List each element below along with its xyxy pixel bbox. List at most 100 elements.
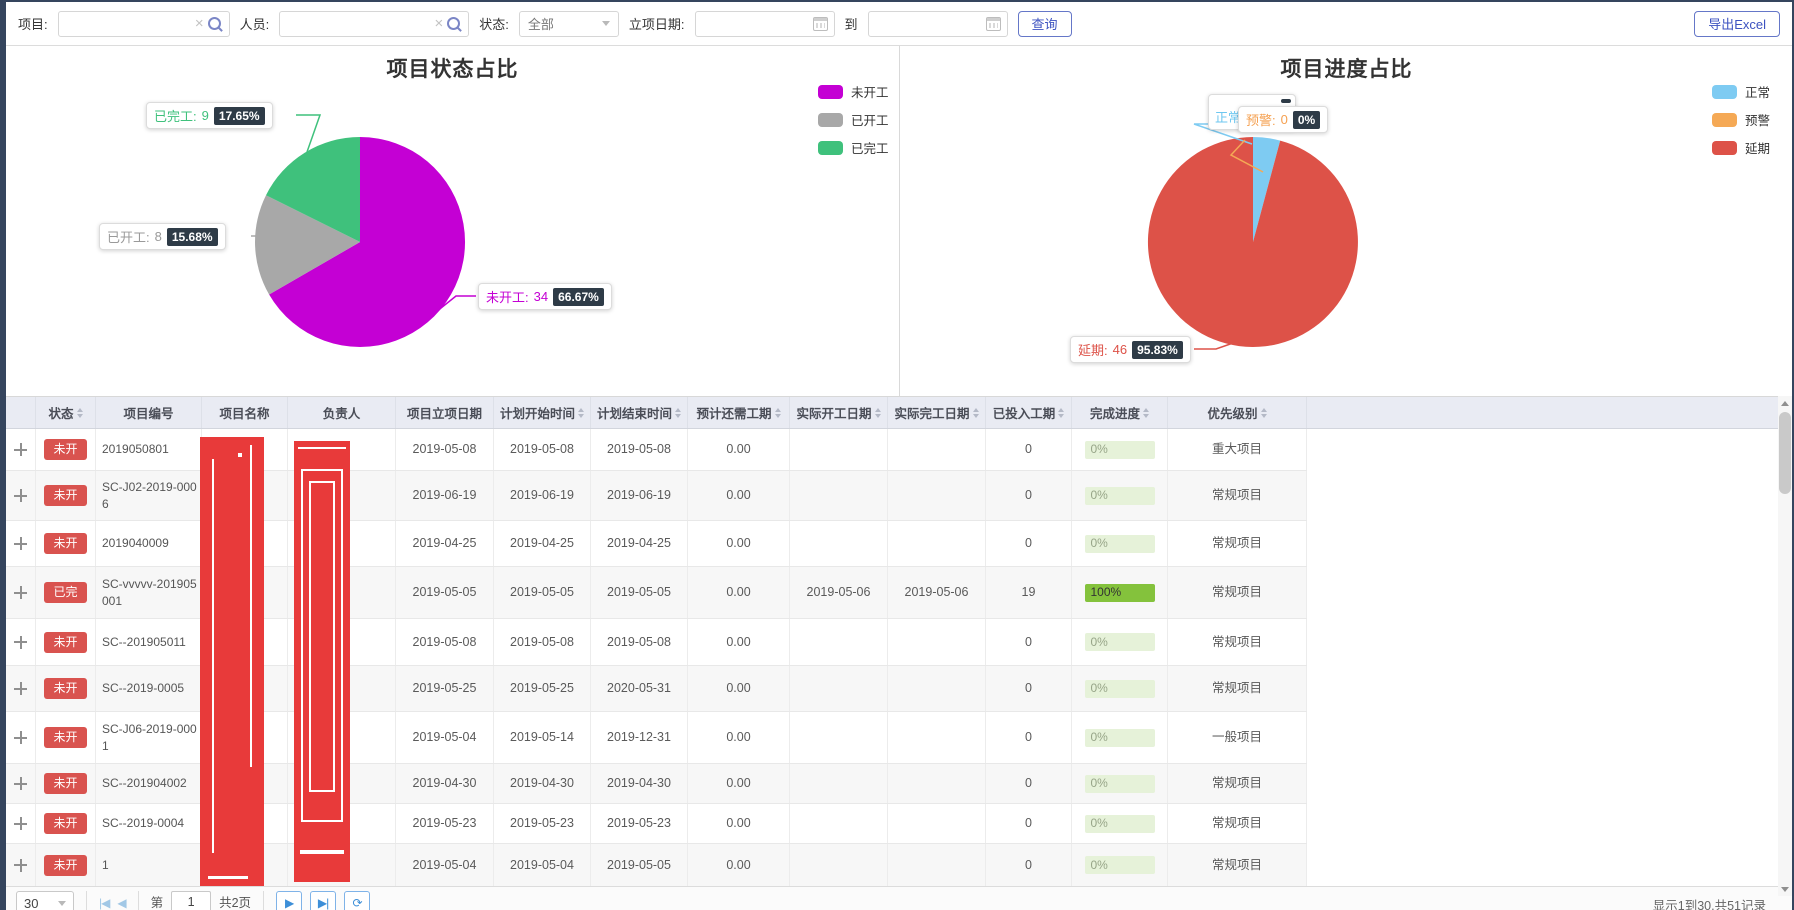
person-search-input[interactable] bbox=[286, 12, 430, 36]
cell-invested: 0 bbox=[986, 764, 1072, 803]
project-code: 1 bbox=[102, 857, 109, 874]
cell-plan_start: 2019-05-04 bbox=[494, 844, 591, 886]
column-header-已投入工期[interactable]: 已投入工期 bbox=[986, 397, 1072, 428]
scrollbar-thumb[interactable] bbox=[1779, 412, 1791, 494]
drag-plus-icon[interactable] bbox=[14, 443, 27, 456]
column-header-项目立项日期: 项目立项日期 bbox=[396, 397, 494, 428]
sort-arrows-icon[interactable] bbox=[775, 408, 781, 418]
column-header-计划开始时间[interactable]: 计划开始时间 bbox=[494, 397, 591, 428]
drag-plus-icon[interactable] bbox=[14, 817, 27, 830]
column-header-状态[interactable]: 状态 bbox=[36, 397, 96, 428]
progress-bar: 0% bbox=[1085, 775, 1155, 793]
clear-icon[interactable]: × bbox=[434, 17, 443, 31]
records-info: 显示1到30,共51记录 bbox=[1653, 895, 1766, 910]
cell-priority: 常规项目 bbox=[1168, 567, 1307, 618]
legend-item-finished[interactable]: 已完工 bbox=[818, 138, 889, 157]
calendar-icon[interactable] bbox=[986, 17, 1001, 31]
search-button[interactable]: 查询 bbox=[1018, 11, 1072, 37]
drag-plus-icon[interactable] bbox=[14, 636, 27, 649]
cell-est: 2019-05-04 bbox=[396, 844, 494, 886]
search-icon[interactable] bbox=[208, 17, 221, 30]
page-number-input[interactable] bbox=[171, 891, 211, 910]
last-page-button[interactable]: ▶| bbox=[310, 891, 336, 910]
progress-bar: 0% bbox=[1085, 535, 1155, 553]
label-percent-badge: 95.83% bbox=[1132, 341, 1183, 359]
progress-bar: 100% bbox=[1085, 584, 1155, 602]
person-search-box[interactable]: × bbox=[279, 11, 469, 37]
date-from-input[interactable] bbox=[702, 15, 813, 32]
column-header-优先级别[interactable]: 优先级别 bbox=[1168, 397, 1307, 428]
calendar-icon[interactable] bbox=[813, 17, 828, 31]
legend-label: 预警 bbox=[1745, 110, 1770, 129]
drag-plus-icon[interactable] bbox=[14, 731, 27, 744]
project-search-box[interactable]: × bbox=[58, 11, 230, 37]
project-code: SC-J02-2019-0006 bbox=[102, 479, 201, 513]
date-to-input[interactable] bbox=[875, 15, 986, 32]
legend-item-started[interactable]: 已开工 bbox=[818, 110, 889, 129]
prev-page-button[interactable]: ◀ bbox=[117, 891, 125, 910]
window-frame-top bbox=[0, 0, 1794, 2]
cell-plan_start: 2019-05-14 bbox=[494, 712, 591, 763]
next-page-button[interactable]: ▶ bbox=[276, 891, 302, 910]
sort-arrows-icon[interactable] bbox=[578, 408, 584, 418]
cell-drag bbox=[6, 712, 36, 763]
drag-plus-icon[interactable] bbox=[14, 537, 27, 550]
progress-bar: 0% bbox=[1085, 441, 1155, 459]
legend-item-notstarted[interactable]: 未开工 bbox=[818, 82, 889, 101]
column-header-计划结束时间[interactable]: 计划结束时间 bbox=[591, 397, 688, 428]
pie-slice-delayed[interactable] bbox=[1148, 137, 1358, 347]
cell-act_start bbox=[790, 521, 888, 566]
export-excel-button[interactable]: 导出Excel bbox=[1694, 11, 1780, 37]
scroll-up-button[interactable] bbox=[1778, 396, 1792, 410]
cell-priority: 常规项目 bbox=[1168, 666, 1307, 711]
sort-arrows-icon[interactable] bbox=[1058, 408, 1064, 418]
drag-plus-icon[interactable] bbox=[14, 489, 27, 502]
column-header-预计还需工期[interactable]: 预计还需工期 bbox=[688, 397, 790, 428]
sort-arrows-icon[interactable] bbox=[77, 408, 83, 418]
column-header-实际开工日期[interactable]: 实际开工日期 bbox=[790, 397, 888, 428]
column-header-完成进度[interactable]: 完成进度 bbox=[1072, 397, 1168, 428]
project-search-input[interactable] bbox=[65, 12, 191, 36]
drag-plus-icon[interactable] bbox=[14, 682, 27, 695]
sort-arrows-icon[interactable] bbox=[675, 408, 681, 418]
sort-arrows-icon[interactable] bbox=[973, 408, 979, 418]
drag-plus-icon[interactable] bbox=[14, 586, 27, 599]
cell-invested: 19 bbox=[986, 567, 1072, 618]
pie-label-delayed: 延期: 46 95.83% bbox=[1070, 336, 1191, 363]
page-size-select[interactable]: 30 bbox=[16, 891, 74, 910]
search-icon[interactable] bbox=[447, 17, 460, 30]
chevron-down-icon bbox=[602, 21, 610, 26]
refresh-button[interactable]: ⟳ bbox=[344, 891, 370, 910]
date-from-box[interactable] bbox=[695, 11, 835, 37]
date-label: 立项日期: bbox=[629, 14, 685, 33]
progress-bar: 0% bbox=[1085, 856, 1155, 874]
clear-icon[interactable]: × bbox=[195, 17, 204, 31]
scroll-down-button[interactable] bbox=[1778, 882, 1792, 896]
column-header-label: 计划结束时间 bbox=[597, 403, 672, 422]
drag-plus-icon[interactable] bbox=[14, 777, 27, 790]
cell-progress: 100% bbox=[1072, 567, 1168, 618]
sort-arrows-icon[interactable] bbox=[1261, 408, 1267, 418]
legend-item-delayed[interactable]: 延期 bbox=[1712, 138, 1770, 157]
column-header-实际完工日期[interactable]: 实际完工日期 bbox=[888, 397, 986, 428]
cell-plan_start: 2019-05-08 bbox=[494, 429, 591, 470]
drag-plus-icon[interactable] bbox=[14, 859, 27, 872]
legend-item-warning[interactable]: 预警 bbox=[1712, 110, 1770, 129]
sort-arrows-icon[interactable] bbox=[875, 408, 881, 418]
cell-plan_end: 2019-05-08 bbox=[591, 619, 688, 665]
cell-act_start: 2019-05-06 bbox=[790, 567, 888, 618]
cell-invested: 0 bbox=[986, 844, 1072, 886]
progress-pie-svg bbox=[900, 46, 1793, 396]
pagination-bar: 30 |◀ ◀ 第 共2页 ▶ ▶| ⟳ 显示1到30,共51记录 bbox=[6, 886, 1792, 910]
vertical-scrollbar[interactable] bbox=[1778, 396, 1792, 896]
legend-item-normal[interactable]: 正常 bbox=[1712, 82, 1770, 101]
sort-arrows-icon[interactable] bbox=[1143, 408, 1149, 418]
legend-swatch bbox=[1712, 141, 1737, 155]
cell-drag bbox=[6, 567, 36, 618]
window-frame-left bbox=[0, 0, 6, 910]
date-to-box[interactable] bbox=[868, 11, 1008, 37]
chevron-down-icon bbox=[58, 901, 66, 906]
cell-code: 2019040009 bbox=[96, 521, 202, 566]
first-page-button[interactable]: |◀ bbox=[99, 891, 109, 910]
status-select[interactable]: 全部 bbox=[519, 11, 619, 37]
